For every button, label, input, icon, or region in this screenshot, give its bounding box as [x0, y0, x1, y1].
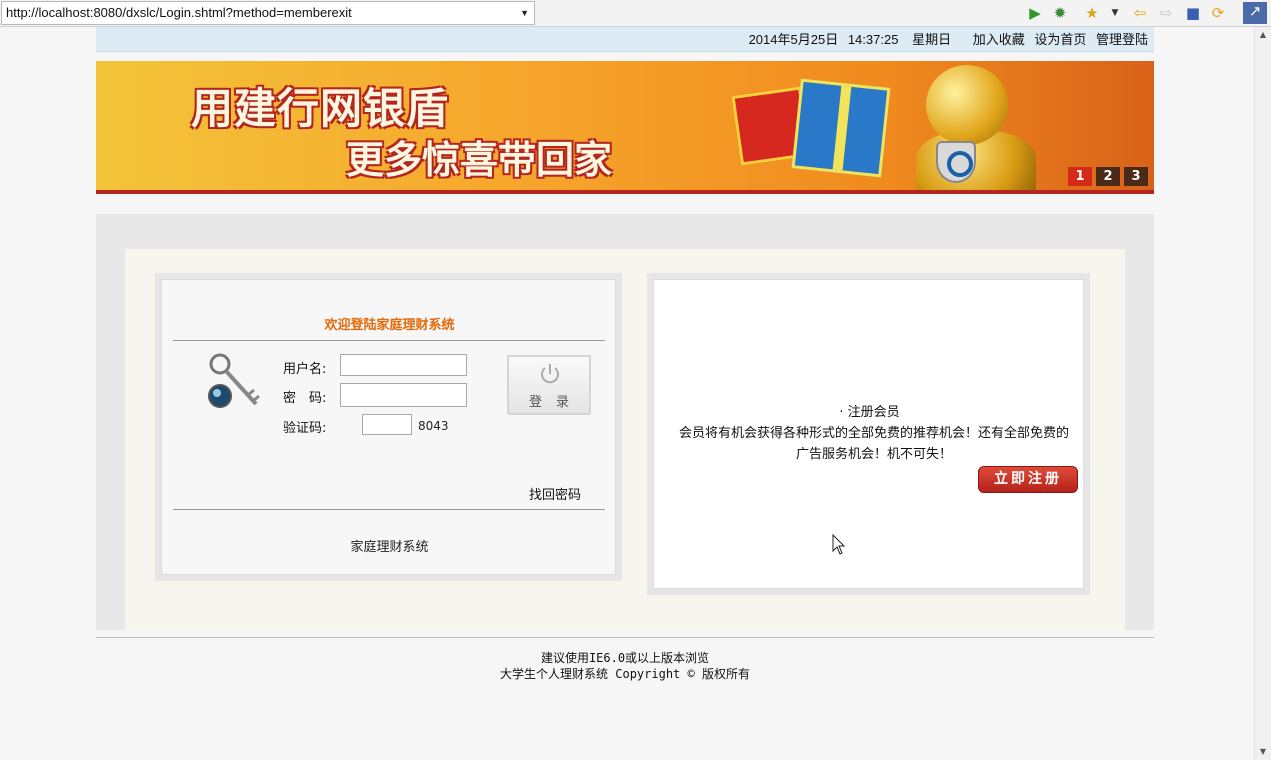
banner-headline: 用建行网银盾: [191, 84, 450, 133]
favorites-icon[interactable]: ★: [1083, 4, 1101, 22]
admin-login-link[interactable]: 管理登陆: [1096, 32, 1148, 47]
refresh-icon[interactable]: ⟳: [1209, 4, 1227, 22]
back-icon[interactable]: ⇦: [1131, 4, 1149, 22]
address-dropdown-icon[interactable]: ▼: [520, 2, 529, 24]
register-box: · 注册会员 会员将有机会获得各种形式的全部免费的推荐机会！还有全部免费的广告服…: [653, 279, 1084, 589]
login-form: 欢迎登陆家庭理财系统 用户名: 密 码: 验证码: 8043 登录 找回密码 家…: [161, 279, 616, 575]
address-url: http://localhost:8080/dxslc/Login.shtml?…: [6, 5, 352, 20]
current-time: 14:37:25: [847, 32, 899, 47]
banner-subheadline: 更多惊喜带回家: [346, 137, 613, 182]
current-date: 2014年5月25日: [748, 32, 839, 47]
username-input[interactable]: [340, 354, 467, 376]
power-icon: [541, 364, 559, 384]
login-button[interactable]: 登录: [507, 355, 591, 415]
run-icon[interactable]: ▶: [1026, 4, 1044, 22]
banner-page-1[interactable]: 1: [1068, 167, 1092, 186]
debug-icon[interactable]: ✹: [1051, 4, 1069, 22]
captcha-label: 验证码:: [283, 421, 327, 436]
browser-window: http://localhost:8080/dxslc/Login.shtml?…: [0, 0, 1271, 760]
login-button-label: 登录: [528, 395, 583, 410]
login-footer-text: 家庭理财系统: [350, 540, 429, 555]
eclipse-icon[interactable]: ↗: [1243, 2, 1267, 24]
page-content: 2014年5月25日 14:37:25 星期日 加入收藏 设为首页 管理登陆 用…: [96, 27, 1154, 630]
scroll-up-icon[interactable]: ▲: [1255, 27, 1271, 43]
banner-page-3[interactable]: 3: [1124, 167, 1148, 186]
scroll-down-icon[interactable]: ▼: [1255, 744, 1271, 760]
mouse-cursor-icon: [832, 534, 846, 555]
login-title: 欢迎登陆家庭理财系统: [324, 318, 455, 333]
vertical-scrollbar[interactable]: ▲ ▼: [1254, 27, 1271, 760]
set-homepage-link[interactable]: 设为首页: [1034, 32, 1086, 47]
current-weekday: 星期日: [912, 32, 952, 47]
divider: [173, 509, 605, 510]
captcha-input[interactable]: [362, 414, 412, 435]
page-footer: 建议使用IE6.0或以上版本浏览 大学生个人理财系统 Copyright © 版…: [96, 650, 1154, 682]
promo-banner[interactable]: 用建行网银盾 更多惊喜带回家 1 2 3: [96, 61, 1154, 194]
password-input[interactable]: [340, 383, 467, 407]
footer-divider: [96, 637, 1154, 638]
mascot-icon: [926, 65, 1008, 145]
divider: [173, 340, 605, 341]
register-description: 会员将有机会获得各种形式的全部免费的推荐机会！还有全部免费的广告服务机会！机不可…: [678, 426, 1069, 462]
favorites-dropdown-icon[interactable]: ▼: [1106, 4, 1124, 22]
banner-page-2[interactable]: 2: [1096, 167, 1120, 186]
browser-recommendation: 建议使用IE6.0或以上版本浏览: [540, 651, 710, 665]
register-panel: · 注册会员 会员将有机会获得各种形式的全部免费的推荐机会！还有全部免费的广告服…: [647, 273, 1090, 595]
address-bar[interactable]: http://localhost:8080/dxslc/Login.shtml?…: [1, 1, 535, 25]
main-section: 欢迎登陆家庭理财系统 用户名: 密 码: 验证码: 8043 登录 找回密码 家…: [96, 214, 1154, 630]
ccb-logo-icon: [936, 141, 976, 183]
top-info-bar: 2014年5月25日 14:37:25 星期日 加入收藏 设为首页 管理登陆: [96, 27, 1154, 52]
forward-icon[interactable]: ⇨: [1157, 4, 1175, 22]
gift-box-icon: [791, 78, 891, 178]
copyright-text: 大学生个人理财系统 Copyright © 版权所有: [500, 667, 750, 681]
password-label: 密 码:: [283, 391, 327, 406]
add-favorite-link[interactable]: 加入收藏: [973, 32, 1025, 47]
login-panel: 欢迎登陆家庭理财系统 用户名: 密 码: 验证码: 8043 登录 找回密码 家…: [155, 273, 622, 581]
key-icon: [208, 353, 260, 408]
find-password-link[interactable]: 找回密码: [529, 484, 581, 503]
content-panel: 欢迎登陆家庭理财系统 用户名: 密 码: 验证码: 8043 登录 找回密码 家…: [125, 249, 1125, 630]
captcha-code: 8043: [418, 419, 449, 433]
register-title: · 注册会员: [839, 405, 900, 420]
username-label: 用户名:: [283, 362, 327, 377]
browser-toolbar: http://localhost:8080/dxslc/Login.shtml?…: [0, 0, 1271, 27]
stop-icon[interactable]: ■: [1184, 4, 1202, 22]
register-now-button[interactable]: 立即注册: [978, 466, 1078, 493]
